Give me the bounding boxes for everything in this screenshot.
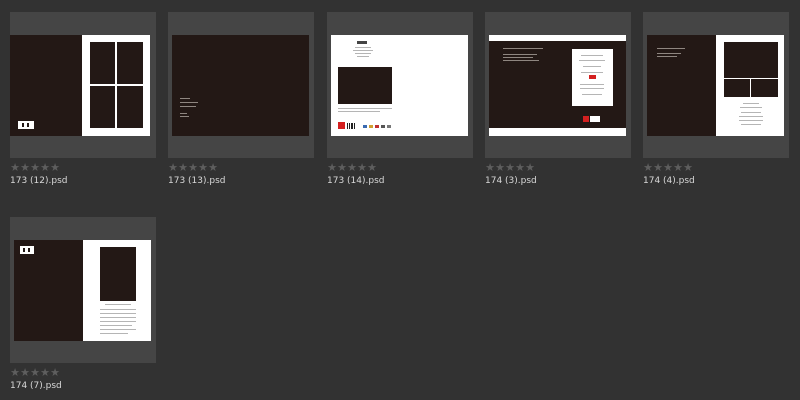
star-icon[interactable]: ★ (327, 162, 337, 174)
star-icon[interactable]: ★ (663, 162, 673, 174)
star-icon[interactable]: ★ (525, 162, 535, 174)
photo-frame (724, 79, 750, 97)
photo-frame (117, 42, 143, 84)
file-thumbnail-item[interactable]: ★ ★ ★ ★ ★ 174 (4).psd (643, 12, 789, 186)
cover-left-page (647, 35, 716, 136)
file-preview[interactable] (10, 217, 156, 363)
star-icon[interactable]: ★ (643, 162, 653, 174)
star-rating[interactable]: ★ ★ ★ ★ ★ (168, 162, 218, 174)
star-rating[interactable]: ★ ★ ★ ★ ★ (10, 162, 60, 174)
star-icon[interactable]: ★ (337, 162, 347, 174)
star-rating[interactable]: ★ ★ ★ ★ ★ (327, 162, 377, 174)
star-icon[interactable]: ★ (367, 162, 377, 174)
star-rating[interactable]: ★ ★ ★ ★ ★ (643, 162, 693, 174)
star-icon[interactable]: ★ (188, 162, 198, 174)
photo-frame (90, 42, 115, 84)
photo-frame (338, 67, 392, 104)
star-icon[interactable]: ★ (30, 162, 40, 174)
star-icon[interactable]: ★ (40, 367, 50, 379)
file-name: 174 (4).psd (643, 176, 695, 186)
photo-frame (751, 79, 778, 97)
brand-logo-icon (338, 122, 345, 129)
star-icon[interactable]: ★ (50, 367, 60, 379)
star-icon[interactable]: ★ (40, 162, 50, 174)
star-icon[interactable]: ★ (198, 162, 208, 174)
star-icon[interactable]: ★ (505, 162, 515, 174)
barcode-icon (590, 116, 600, 122)
file-name: 173 (13).psd (168, 176, 226, 186)
star-rating[interactable]: ★ ★ ★ ★ ★ (10, 367, 60, 379)
star-icon[interactable]: ★ (10, 367, 20, 379)
star-icon[interactable]: ★ (515, 162, 525, 174)
star-icon[interactable]: ★ (30, 367, 40, 379)
bottom-strip (489, 128, 626, 136)
star-icon[interactable]: ★ (357, 162, 367, 174)
photo-frame (90, 86, 115, 128)
star-icon[interactable]: ★ (673, 162, 683, 174)
photo-frame (724, 42, 778, 78)
star-icon[interactable]: ★ (347, 162, 357, 174)
cover-spread (172, 35, 309, 136)
file-thumbnail-item[interactable]: ★ ★ ★ ★ ★ 174 (3).psd (485, 12, 631, 186)
file-thumbnail-item[interactable]: ★ ★ ★ ★ ★ 174 (7).psd (10, 217, 156, 391)
star-icon[interactable]: ★ (653, 162, 663, 174)
star-icon[interactable]: ★ (495, 162, 505, 174)
file-thumbnail-item[interactable]: ★ ★ ★ ★ ★ 173 (14).psd (327, 12, 473, 186)
file-name: 174 (3).psd (485, 176, 537, 186)
star-icon[interactable]: ★ (178, 162, 188, 174)
photo-frame (117, 86, 143, 128)
file-name: 173 (12).psd (10, 176, 68, 186)
file-name: 173 (14).psd (327, 176, 385, 186)
star-icon[interactable]: ★ (485, 162, 495, 174)
file-name: 174 (7).psd (10, 381, 62, 391)
logo-icon (18, 121, 34, 129)
logo-icon (20, 246, 34, 254)
brand-logo-icon (583, 116, 589, 122)
file-thumbnail-item[interactable]: ★ ★ ★ ★ ★ 173 (12).psd (10, 12, 156, 186)
file-thumbnail-item[interactable]: ★ ★ ★ ★ ★ 173 (13).psd (168, 12, 314, 186)
thumbnail-grid: ★ ★ ★ ★ ★ 173 (12).psd ★ ★ ★ ★ ★ 173 (13… (0, 0, 800, 400)
top-strip (489, 35, 626, 41)
star-rating[interactable]: ★ ★ ★ ★ ★ (485, 162, 535, 174)
cover-left-page (14, 240, 83, 341)
file-preview[interactable] (643, 12, 789, 158)
file-preview[interactable] (327, 12, 473, 158)
file-preview[interactable] (485, 12, 631, 158)
file-preview[interactable] (168, 12, 314, 158)
star-icon[interactable]: ★ (20, 162, 30, 174)
star-icon[interactable]: ★ (50, 162, 60, 174)
star-icon[interactable]: ★ (208, 162, 218, 174)
barcode-icon (347, 123, 348, 129)
star-icon[interactable]: ★ (168, 162, 178, 174)
star-icon[interactable]: ★ (20, 367, 30, 379)
star-icon[interactable]: ★ (10, 162, 20, 174)
file-preview[interactable] (10, 12, 156, 158)
photo-frame (100, 247, 136, 301)
star-icon[interactable]: ★ (683, 162, 693, 174)
